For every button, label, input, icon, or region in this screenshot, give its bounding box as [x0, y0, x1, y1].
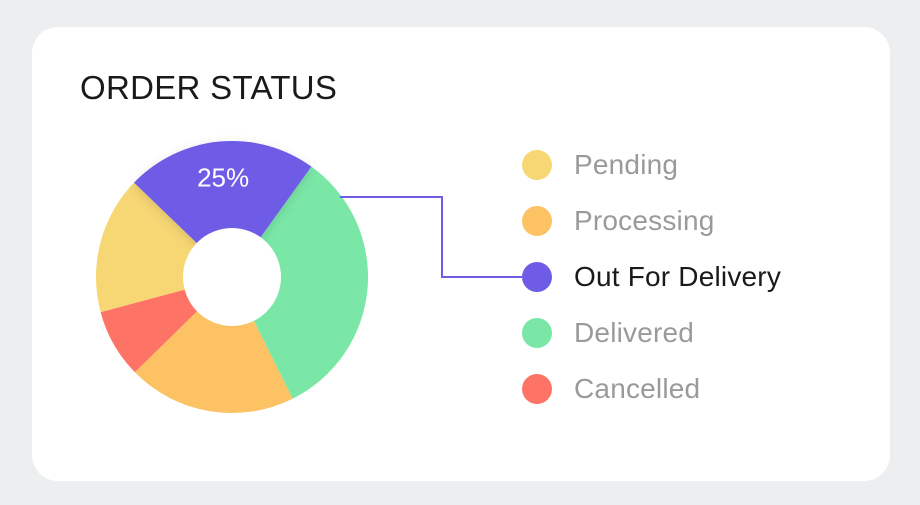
legend-label: Cancelled	[574, 373, 701, 404]
legend-swatch	[522, 374, 552, 404]
donut-hole	[183, 228, 281, 326]
legend-item-processing[interactable]: Processing	[522, 201, 715, 241]
donut-chart: 25%	[95, 140, 522, 414]
legend-swatch	[522, 318, 552, 348]
legend-label: Pending	[574, 149, 679, 180]
legend-item-pending[interactable]: Pending	[522, 145, 678, 185]
legend-item-delivered[interactable]: Delivered	[522, 313, 694, 353]
legend-swatch	[522, 150, 552, 180]
legend-swatch	[522, 262, 552, 292]
legend-label: Out For Delivery	[574, 261, 782, 292]
order-status-card: ORDER STATUS 25% Pending Processing Out Fo…	[32, 27, 890, 481]
slice-data-label: 25%	[197, 162, 249, 192]
legend-item-cancelled[interactable]: Cancelled	[522, 369, 700, 409]
legend-label: Processing	[574, 205, 715, 236]
legend-swatch	[522, 206, 552, 236]
legend-label: Delivered	[574, 317, 695, 348]
legend-item-out-for-delivery[interactable]: Out For Delivery	[522, 257, 781, 297]
